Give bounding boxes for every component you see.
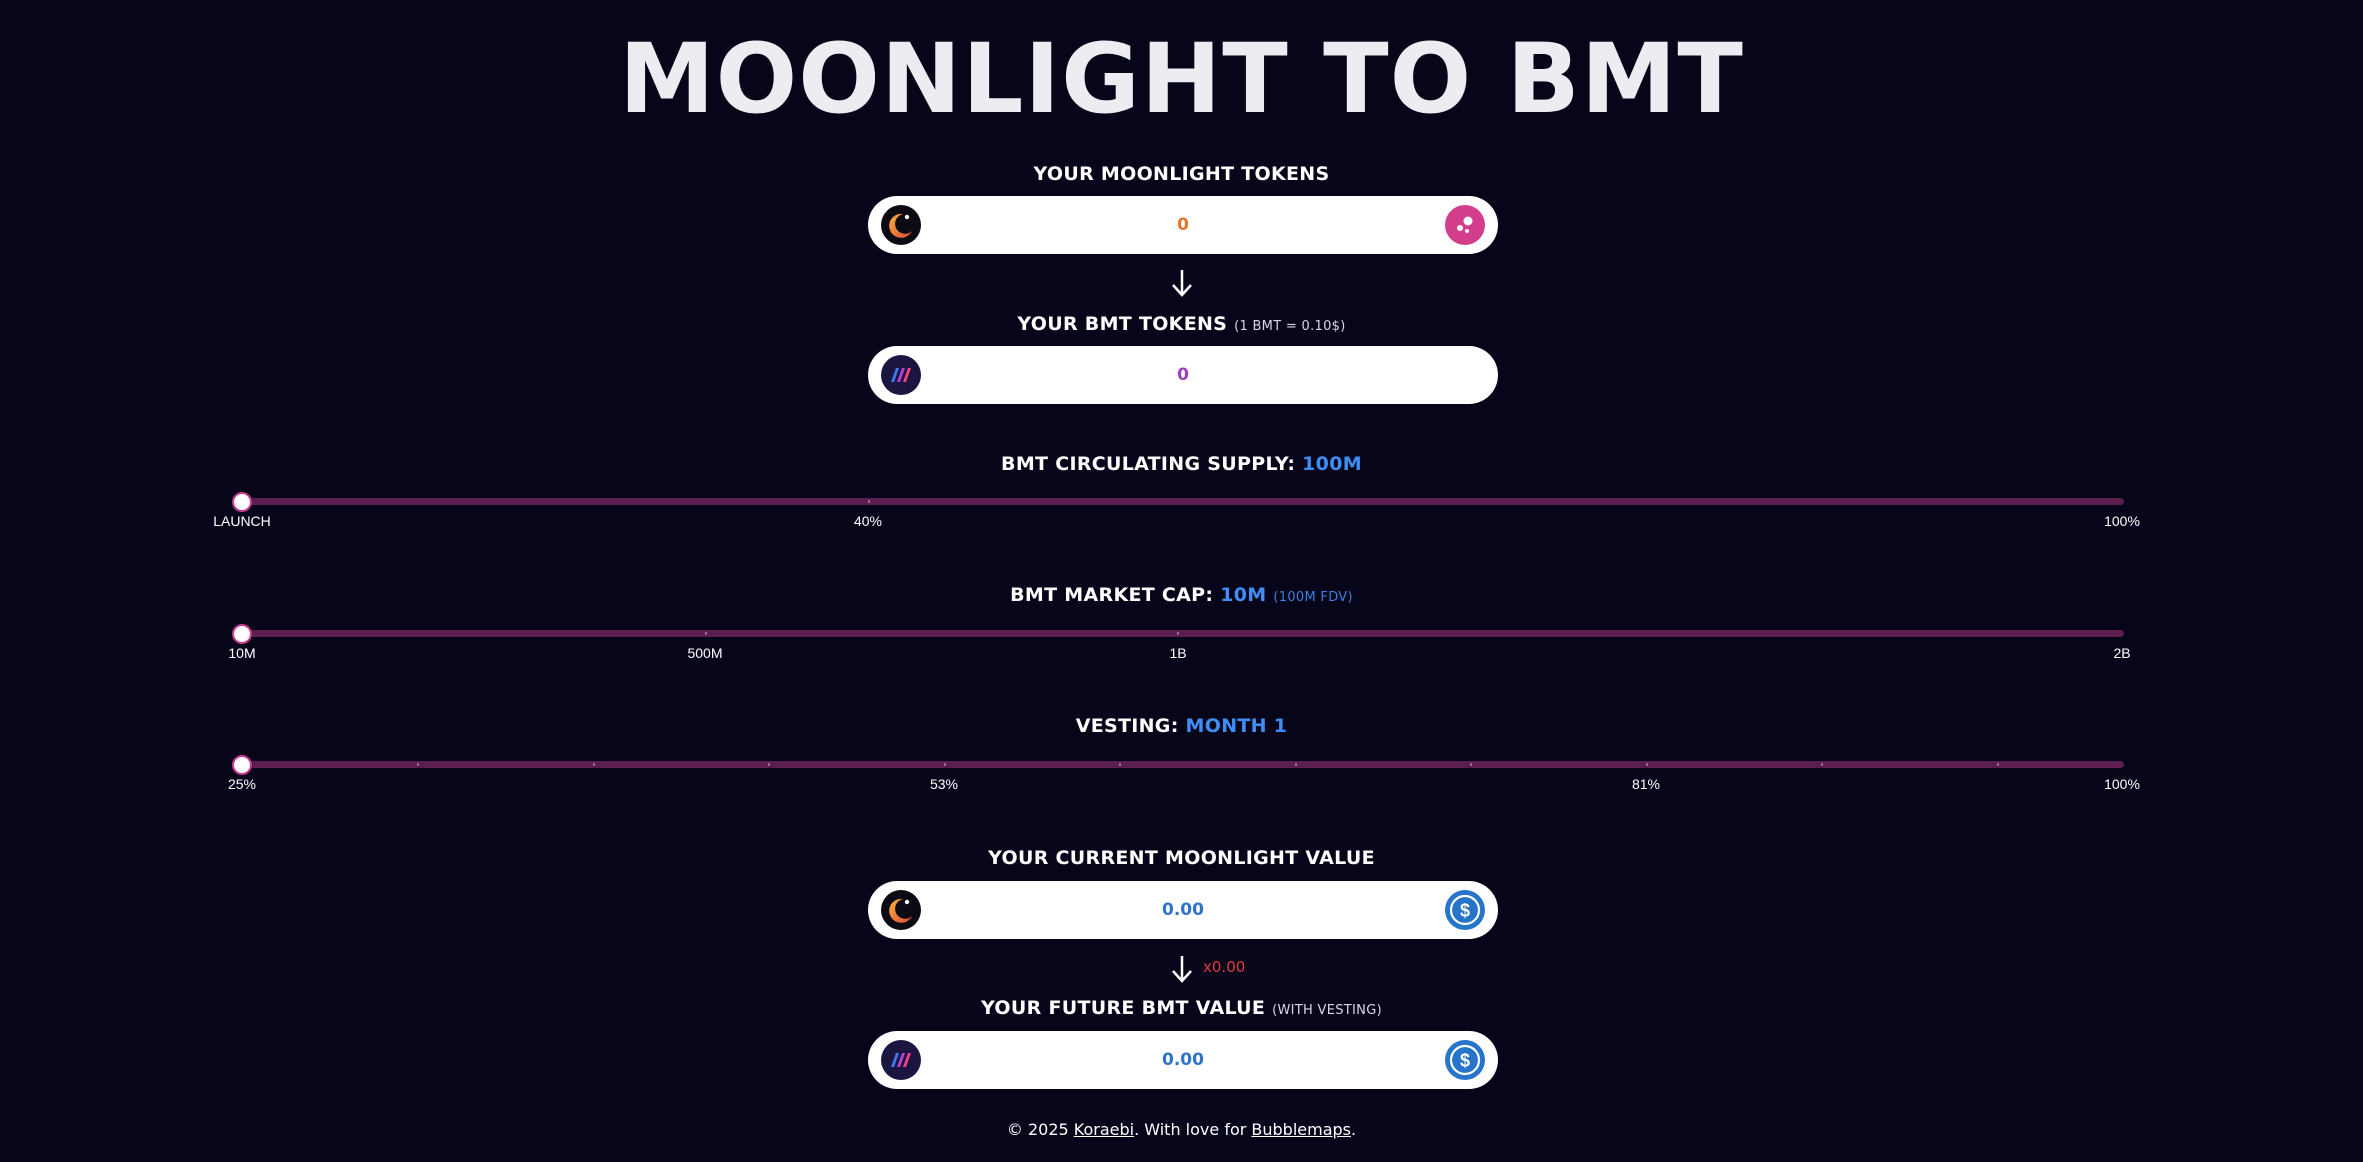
moonlight-tokens-value: 0 [1177, 215, 1189, 235]
vesting-tick-mark [593, 763, 595, 766]
supply-tick-launch: LAUNCH [213, 513, 271, 529]
vesting-tick-mark [1119, 763, 1121, 766]
vesting-label: VESTING: MONTH 1 [0, 715, 2363, 737]
vesting-tick-81: 81% [1631, 776, 1661, 792]
supply-tick-mark [868, 500, 870, 503]
bubblemaps-icon[interactable] [1445, 205, 1485, 245]
current-value-label: YOUR CURRENT MOONLIGHT VALUE [0, 847, 2363, 869]
arrow-down-icon [1172, 956, 1192, 983]
future-value-label-text: YOUR FUTURE BMT VALUE [981, 997, 1266, 1019]
supply-tick-100: 100% [2104, 513, 2140, 529]
moonlight-tokens-input[interactable]: 0 [868, 196, 1498, 254]
market-cap-tick-2b: 2B [2113, 645, 2131, 661]
vesting-tick-mark [1295, 763, 1297, 766]
market-cap-tick-10m: 10M [228, 645, 256, 661]
svg-text:$: $ [1460, 901, 1470, 921]
future-value-field: 0.00 $ [868, 1031, 1498, 1089]
vesting-label-text: VESTING: [1075, 715, 1179, 737]
vesting-tick-mark [768, 763, 770, 766]
market-cap-value: 10M [1220, 584, 1267, 606]
supply-slider-track[interactable] [242, 498, 2124, 505]
market-cap-fdv: (100M FDV) [1273, 590, 1353, 605]
current-value-field: 0.00 $ [868, 881, 1498, 939]
market-cap-tick-1b: 1B [1169, 645, 1187, 661]
vesting-tick-mark [1997, 763, 1999, 766]
usdc-icon: $ [1445, 890, 1485, 930]
vesting-tick-mark [1470, 763, 1472, 766]
market-cap-slider-thumb[interactable] [232, 624, 252, 644]
market-cap-label-text: BMT MARKET CAP: [1010, 584, 1214, 606]
supply-value: 100M [1302, 453, 1362, 475]
current-value-label-text: YOUR CURRENT MOONLIGHT VALUE [988, 847, 1375, 869]
footer-author-link[interactable]: Koraebi [1074, 1120, 1134, 1139]
page-title: MOONLIGHT TO BMT [619, 23, 1744, 135]
future-value-note: (WITH VESTING) [1272, 1003, 1382, 1018]
supply-label-text: BMT CIRCULATING SUPPLY: [1001, 453, 1296, 475]
svg-text:$: $ [1460, 1051, 1470, 1071]
arrow-down-icon [1172, 270, 1192, 297]
moonlight-tokens-label-text: YOUR MOONLIGHT TOKENS [1033, 163, 1330, 185]
usdc-icon: $ [1445, 1040, 1485, 1080]
vesting-tick-mark [1646, 763, 1648, 766]
supply-tick-40: 40% [853, 513, 883, 529]
footer: © 2025 Koraebi. With love for Bubblemaps… [0, 1120, 2363, 1139]
future-value-amount: 0.00 [1162, 1050, 1204, 1070]
vesting-value: MONTH 1 [1185, 715, 1288, 737]
market-cap-label: BMT MARKET CAP: 10M (100M FDV) [0, 584, 2363, 606]
vesting-tick-100: 100% [2104, 776, 2140, 792]
market-cap-tick-mark [705, 632, 707, 635]
market-cap-tick-mark [1177, 632, 1179, 635]
current-value-amount: 0.00 [1162, 900, 1204, 920]
footer-text: . With love for [1134, 1120, 1247, 1139]
vesting-tick-mark [1821, 763, 1823, 766]
vesting-slider-track[interactable] [242, 761, 2124, 768]
vesting-slider-thumb[interactable] [232, 755, 252, 775]
vesting-tick-53: 53% [929, 776, 959, 792]
vesting-tick-25: 25% [227, 776, 257, 792]
bmt-rate-note: (1 BMT = 0.10$) [1234, 319, 1346, 334]
bmt-tokens-label-text: YOUR BMT TOKENS [1017, 313, 1228, 335]
vesting-tick-mark [944, 763, 946, 766]
vesting-tick-mark [417, 763, 419, 766]
future-value-label: YOUR FUTURE BMT VALUE (WITH VESTING) [0, 997, 2363, 1019]
footer-brand-link[interactable]: Bubblemaps [1251, 1120, 1351, 1139]
bmt-tokens-value: 0 [1177, 365, 1189, 385]
supply-slider-thumb[interactable] [232, 492, 252, 512]
footer-end: . [1351, 1120, 1357, 1139]
footer-copyright: © 2025 [1006, 1120, 1069, 1139]
bmt-tokens-label: YOUR BMT TOKENS (1 BMT = 0.10$) [0, 313, 2363, 335]
market-cap-tick-500m: 500M [687, 645, 723, 661]
bmt-tokens-field: 0 [868, 346, 1498, 404]
moonlight-tokens-label: YOUR MOONLIGHT TOKENS [0, 163, 2363, 185]
multiplier-value: x0.00 [1203, 958, 1246, 976]
market-cap-slider-track[interactable] [242, 630, 2124, 637]
supply-label: BMT CIRCULATING SUPPLY: 100M [0, 453, 2363, 475]
